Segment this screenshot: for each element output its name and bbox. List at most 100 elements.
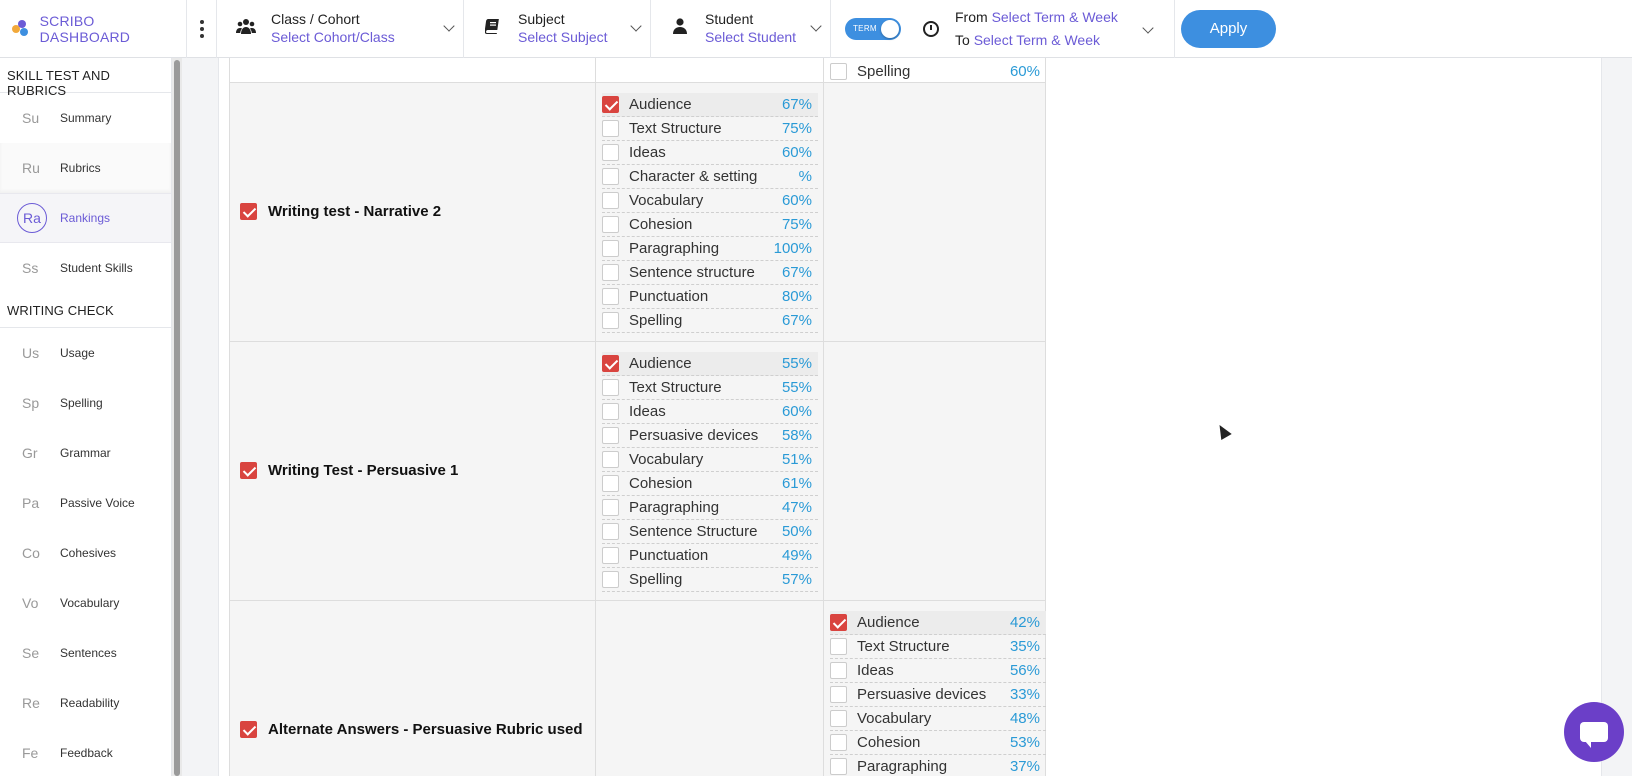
skill-row[interactable]: Cohesion 75%: [602, 213, 818, 237]
skill-row[interactable]: Spelling 57%: [602, 568, 818, 592]
skill-checkbox[interactable]: [830, 734, 847, 751]
sidebar-item-spelling[interactable]: Sp Spelling: [0, 378, 171, 428]
skill-checkbox[interactable]: [602, 240, 619, 257]
skill-row[interactable]: Persuasive devices 33%: [830, 683, 1046, 707]
skill-checkbox[interactable]: [602, 288, 619, 305]
skill-row[interactable]: Cohesion 53%: [830, 731, 1046, 755]
sidebar-item-cohesives[interactable]: Co Cohesives: [0, 528, 171, 578]
chevron-down-icon: [810, 19, 822, 32]
skill-checkbox[interactable]: [602, 264, 619, 281]
sidebar-item-usage[interactable]: Us Usage: [0, 328, 171, 378]
class-cohort-select[interactable]: Class / Cohort Select Cohort/Class: [217, 0, 464, 58]
skill-checkbox[interactable]: [602, 451, 619, 468]
skill-row[interactable]: Spelling 60%: [830, 60, 1046, 84]
skill-row[interactable]: Audience 67%: [602, 93, 818, 117]
test-checkbox[interactable]: [240, 203, 257, 220]
spelling-icon: Sp: [22, 395, 40, 411]
rankings-icon: Ra: [17, 203, 47, 233]
grammar-icon: Gr: [22, 445, 38, 461]
skill-checkbox[interactable]: [602, 427, 619, 444]
skill-row[interactable]: Vocabulary 48%: [830, 707, 1046, 731]
sidebar-item-rubrics[interactable]: Ru Rubrics: [0, 143, 171, 193]
sidebar-item-passive-voice[interactable]: Pa Passive Voice: [0, 478, 171, 528]
skill-checkbox[interactable]: [602, 499, 619, 516]
skill-checkbox[interactable]: [830, 686, 847, 703]
skill-row[interactable]: Audience 55%: [602, 352, 818, 376]
skill-checkbox[interactable]: [602, 96, 619, 113]
skill-row[interactable]: Text Structure 55%: [602, 376, 818, 400]
skill-checkbox[interactable]: [602, 120, 619, 137]
skill-checkbox[interactable]: [830, 710, 847, 727]
skill-checkbox[interactable]: [602, 168, 619, 185]
skill-checkbox[interactable]: [602, 144, 619, 161]
sidebar-item-summary[interactable]: Su Summary: [0, 93, 171, 143]
skill-name: Audience: [629, 355, 692, 372]
skill-checkbox[interactable]: [830, 758, 847, 775]
skill-checkbox[interactable]: [602, 523, 619, 540]
skill-checkbox[interactable]: [602, 547, 619, 564]
sidebar-scrollbar-thumb[interactable]: [174, 60, 180, 776]
subject-value: Select Subject: [518, 28, 608, 45]
test-name-row[interactable]: Writing test - Narrative 2: [240, 203, 441, 220]
skill-row[interactable]: Character & setting%: [602, 165, 818, 189]
skill-row[interactable]: Audience 42%: [830, 611, 1046, 635]
skill-row[interactable]: Paragraphing 37%: [830, 755, 1046, 776]
skill-row[interactable]: Sentence Structure 50%: [602, 520, 818, 544]
skill-checkbox[interactable]: [830, 662, 847, 679]
skill-checkbox[interactable]: [602, 192, 619, 209]
chat-button[interactable]: [1564, 702, 1624, 762]
skill-percent: 61%: [781, 475, 812, 492]
apply-button[interactable]: Apply: [1181, 9, 1276, 48]
skill-checkbox[interactable]: [602, 216, 619, 233]
term-toggle[interactable]: TERM: [845, 17, 901, 40]
test-checkbox[interactable]: [240, 721, 257, 738]
skill-checkbox[interactable]: [602, 379, 619, 396]
skill-name: Persuasive devices: [857, 686, 987, 703]
skill-checkbox[interactable]: [602, 312, 619, 329]
skill-row[interactable]: Ideas 60%: [602, 141, 818, 165]
skill-row[interactable]: Text Structure 35%: [830, 635, 1046, 659]
sidebar-item-feedback[interactable]: Fe Feedback: [0, 728, 171, 776]
skill-row[interactable]: Persuasive devices 58%: [602, 424, 818, 448]
skill-checkbox[interactable]: [602, 475, 619, 492]
kebab-icon: [199, 18, 204, 39]
skill-checkbox[interactable]: [830, 638, 847, 655]
skill-percent: 47%: [781, 499, 812, 516]
sidebar-item-rankings[interactable]: Ra Rankings: [0, 193, 171, 243]
skill-name: Ideas: [857, 662, 894, 679]
skill-checkbox[interactable]: [602, 403, 619, 420]
skill-row[interactable]: Ideas 56%: [830, 659, 1046, 683]
skill-row[interactable]: Paragraphing 100%: [602, 237, 818, 261]
skill-checkbox[interactable]: [602, 571, 619, 588]
subject-select[interactable]: Subject Select Subject: [464, 0, 651, 58]
sidebar-item-sentences[interactable]: Se Sentences: [0, 628, 171, 678]
brand[interactable]: SCRIBO DASHBOARD: [0, 0, 187, 58]
test-name: Writing Test - Persuasive 1: [268, 462, 459, 479]
student-select[interactable]: Student Select Student: [651, 0, 831, 58]
skill-row[interactable]: Cohesion 61%: [602, 472, 818, 496]
sidebar-item-student-skills[interactable]: Ss Student Skills: [0, 243, 171, 293]
skill-row[interactable]: Vocabulary 60%: [602, 189, 818, 213]
test-checkbox[interactable]: [240, 462, 257, 479]
test-name-row[interactable]: Alternate Answers - Persuasive Rubric us…: [240, 721, 583, 738]
test-name-row[interactable]: Writing Test - Persuasive 1: [240, 462, 458, 479]
skill-row[interactable]: Vocabulary 51%: [602, 448, 818, 472]
sidebar-item-readability[interactable]: Re Readability: [0, 678, 171, 728]
skill-row[interactable]: Sentence structure 67%: [602, 261, 818, 285]
skill-row[interactable]: Punctuation 49%: [602, 544, 818, 568]
skill-checkbox[interactable]: [830, 614, 847, 631]
sidebar-item-label: Readability: [60, 696, 120, 710]
skill-row[interactable]: Ideas 60%: [602, 400, 818, 424]
skill-percent: 60%: [1009, 63, 1040, 80]
skill-row[interactable]: Spelling 67%: [602, 309, 818, 333]
sidebar-item-vocabulary[interactable]: Vo Vocabulary: [0, 578, 171, 628]
skill-row[interactable]: Paragraphing 47%: [602, 496, 818, 520]
skill-name: Punctuation: [629, 547, 709, 564]
sidebar-item-grammar[interactable]: Gr Grammar: [0, 428, 171, 478]
term-range-select[interactable]: From Select Term & Week To Select Term &…: [915, 0, 1175, 58]
skill-row[interactable]: Punctuation 80%: [602, 285, 818, 309]
skill-checkbox[interactable]: [830, 63, 847, 80]
more-menu-button[interactable]: [187, 0, 217, 58]
skill-row[interactable]: Text Structure 75%: [602, 117, 818, 141]
skill-checkbox[interactable]: [602, 355, 619, 372]
